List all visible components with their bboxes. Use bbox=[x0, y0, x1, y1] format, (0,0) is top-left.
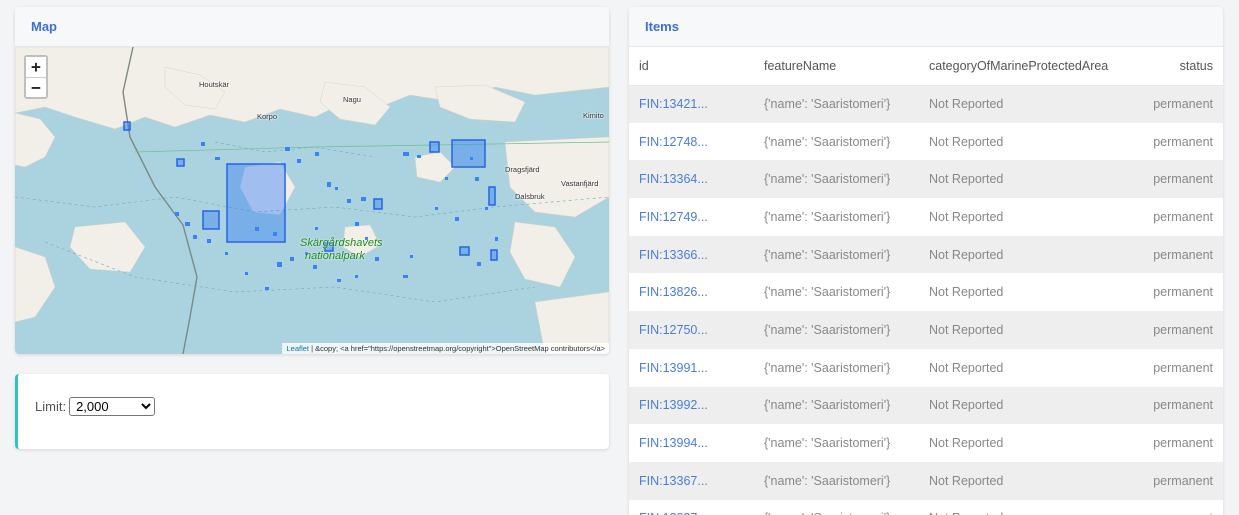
row-status: permanent bbox=[1124, 273, 1223, 312]
row-status: permanent bbox=[1124, 386, 1223, 425]
table-row[interactable]: FIN:13994... {'name': 'Saaristomeri'} Not … bbox=[629, 424, 1223, 462]
row-id-link[interactable]: FIN:13366... bbox=[629, 235, 754, 274]
column-header-category[interactable]: categoryOfMarineProtectedArea bbox=[919, 47, 1124, 86]
map-attribution: Leaflet | &copy; <a href="https://openst… bbox=[282, 343, 609, 354]
map-canvas[interactable]: Houtskär Nagu Korpo Kimito Dragsfjärd Va… bbox=[15, 47, 609, 354]
table-row[interactable]: FIN:13826... {'name': 'Saaristomeri'} Not … bbox=[629, 273, 1223, 312]
row-category: Not Reported bbox=[919, 424, 1124, 462]
row-status: permanent bbox=[1124, 160, 1223, 199]
zoom-out-button[interactable]: − bbox=[26, 77, 46, 97]
row-status: permanent bbox=[1124, 85, 1223, 123]
limit-label: Limit: bbox=[35, 399, 67, 414]
row-category: Not Reported bbox=[919, 122, 1124, 161]
limit-row: Limit: 2,000 bbox=[35, 397, 156, 416]
table-row[interactable]: FIN:13366... {'name': 'Saaristomeri'} Not … bbox=[629, 235, 1223, 274]
row-id-link[interactable]: FIN:12748... bbox=[629, 122, 754, 161]
row-id-link[interactable]: FIN:12749... bbox=[629, 198, 754, 236]
row-id-link[interactable]: FIN:13826... bbox=[629, 273, 754, 312]
row-status: permanent bbox=[1124, 461, 1223, 500]
table-row[interactable]: FIN:12750... {'name': 'Saaristomeri'} Not … bbox=[629, 311, 1223, 349]
leaflet-link[interactable]: Leaflet bbox=[286, 344, 309, 353]
row-featurename: {'name': 'Saaristomeri'} bbox=[754, 160, 919, 199]
place-label-dragsfjard: Dragsfjärd bbox=[505, 165, 540, 174]
limit-select[interactable]: 2,000 bbox=[69, 397, 156, 416]
column-header-featurename[interactable]: featureName bbox=[754, 47, 919, 86]
park-label: Skärgårdshavets nationalpark bbox=[300, 237, 383, 262]
row-status: permanent bbox=[1124, 311, 1223, 349]
row-category: Not Reported bbox=[919, 348, 1124, 387]
row-featurename: {'name': 'Saaristomeri'} bbox=[754, 499, 919, 515]
table-row[interactable]: FIN:12749... {'name': 'Saaristomeri'} Not … bbox=[629, 198, 1223, 236]
row-id-link[interactable]: FIN:13991... bbox=[629, 348, 754, 387]
row-featurename: {'name': 'Saaristomeri'} bbox=[754, 85, 919, 123]
row-category: Not Reported bbox=[919, 85, 1124, 123]
items-panel: Items id featureName categoryOfMarinePro… bbox=[629, 7, 1223, 515]
row-category: Not Reported bbox=[919, 311, 1124, 349]
row-featurename: {'name': 'Saaristomeri'} bbox=[754, 386, 919, 425]
table-row[interactable]: FIN:12748... {'name': 'Saaristomeri'} Not … bbox=[629, 122, 1223, 161]
table-header-row: id featureName categoryOfMarineProtected… bbox=[629, 47, 1223, 86]
row-id-link[interactable]: FIN:13364... bbox=[629, 160, 754, 199]
row-category: Not Reported bbox=[919, 198, 1124, 236]
row-id-link[interactable]: FIN:13992... bbox=[629, 386, 754, 425]
table-body: FIN:13421... {'name': 'Saaristomeri'} Not … bbox=[629, 85, 1223, 515]
row-status: permanent bbox=[1124, 424, 1223, 462]
row-featurename: {'name': 'Saaristomeri'} bbox=[754, 424, 919, 462]
place-label-nagu: Nagu bbox=[343, 95, 361, 104]
table-row[interactable]: FIN:13991... {'name': 'Saaristomeri'} Not … bbox=[629, 348, 1223, 387]
row-featurename: {'name': 'Saaristomeri'} bbox=[754, 235, 919, 274]
row-category: Not Reported bbox=[919, 499, 1124, 515]
row-featurename: {'name': 'Saaristomeri'} bbox=[754, 348, 919, 387]
place-label-dalsbruk: Dalsbruk bbox=[515, 192, 545, 201]
row-featurename: {'name': 'Saaristomeri'} bbox=[754, 273, 919, 312]
row-id-link[interactable]: FIN:13421... bbox=[629, 85, 754, 123]
zoom-control: + − bbox=[24, 55, 48, 99]
attribution-text: | &copy; <a href="https://openstreetmap.… bbox=[309, 344, 605, 353]
row-featurename: {'name': 'Saaristomeri'} bbox=[754, 461, 919, 500]
table-row[interactable]: FIN:13827...{'name': 'Saaristomeri'}Not … bbox=[629, 499, 1223, 515]
map-panel: Map Houtskär Nagu Korpo Kimito Dragsfjär… bbox=[15, 7, 609, 354]
row-status: permanent bbox=[1124, 198, 1223, 236]
row-featurename: {'name': 'Saaristomeri'} bbox=[754, 198, 919, 236]
items-table: id featureName categoryOfMarineProtected… bbox=[629, 47, 1223, 515]
limit-panel: Limit: 2,000 bbox=[15, 374, 609, 449]
items-panel-title: Items bbox=[629, 7, 1223, 47]
row-id-link[interactable]: FIN:13827... bbox=[629, 499, 754, 515]
zoom-in-button[interactable]: + bbox=[26, 57, 46, 77]
column-header-status[interactable]: status bbox=[1124, 47, 1223, 86]
row-id-link[interactable]: FIN:13367... bbox=[629, 461, 754, 500]
table-row[interactable]: FIN:13367... {'name': 'Saaristomeri'} Not … bbox=[629, 461, 1223, 500]
row-status: permanent bbox=[1124, 235, 1223, 274]
row-featurename: {'name': 'Saaristomeri'} bbox=[754, 122, 919, 161]
row-status: permanent bbox=[1124, 499, 1223, 515]
place-label-korpo: Korpo bbox=[257, 112, 278, 121]
place-label-houtskar: Houtskär bbox=[199, 80, 230, 89]
row-category: Not Reported bbox=[919, 273, 1124, 312]
row-category: Not Reported bbox=[919, 160, 1124, 199]
table-row[interactable]: FIN:13992... {'name': 'Saaristomeri'} Not … bbox=[629, 386, 1223, 425]
row-category: Not Reported bbox=[919, 235, 1124, 274]
row-id-link[interactable]: FIN:12750... bbox=[629, 311, 754, 349]
row-category: Not Reported bbox=[919, 386, 1124, 425]
place-label-vastanfjard: Vastanfjärd bbox=[561, 179, 599, 188]
row-featurename: {'name': 'Saaristomeri'} bbox=[754, 311, 919, 349]
row-category: Not Reported bbox=[919, 461, 1124, 500]
row-status: permanent bbox=[1124, 348, 1223, 387]
map-panel-title: Map bbox=[15, 7, 609, 47]
row-id-link[interactable]: FIN:13994... bbox=[629, 424, 754, 462]
table-row[interactable]: FIN:13421... {'name': 'Saaristomeri'} Not … bbox=[629, 85, 1223, 123]
row-status: permanent bbox=[1124, 122, 1223, 161]
table-row[interactable]: FIN:13364... {'name': 'Saaristomeri'} Not … bbox=[629, 160, 1223, 199]
column-header-id[interactable]: id bbox=[629, 47, 754, 86]
place-label-kimito: Kimito bbox=[583, 111, 604, 120]
